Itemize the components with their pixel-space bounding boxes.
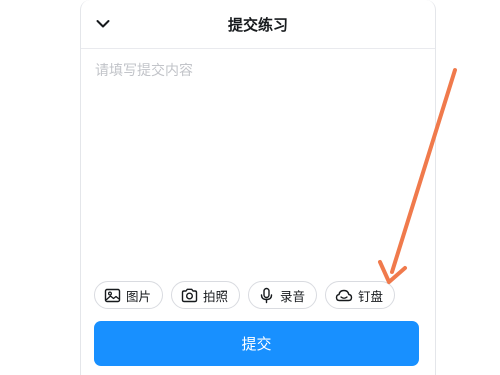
dingpan-button-label: 钉盘	[358, 288, 384, 304]
attachment-toolbar: 图片 拍照 录音 钉盘	[94, 281, 396, 311]
submit-button[interactable]: 提交	[94, 321, 419, 366]
image-button[interactable]: 图片	[94, 281, 164, 309]
submit-practice-sheet: 提交练习	[80, 0, 436, 375]
dingpan-button[interactable]: 钉盘	[325, 281, 396, 309]
record-button-label: 录音	[280, 288, 306, 304]
camera-button-label: 拍照	[203, 288, 229, 304]
content-input[interactable]	[95, 60, 421, 260]
image-icon	[104, 288, 121, 302]
page-title: 提交练习	[227, 16, 288, 34]
image-button-label: 图片	[126, 288, 152, 304]
cloud-icon	[335, 289, 353, 301]
sheet-header: 提交练习	[81, 0, 435, 49]
microphone-icon	[260, 287, 273, 303]
camera-icon	[181, 288, 198, 302]
camera-button[interactable]: 拍照	[171, 281, 241, 309]
record-button[interactable]: 录音	[248, 281, 318, 309]
submit-button-label: 提交	[241, 335, 272, 353]
